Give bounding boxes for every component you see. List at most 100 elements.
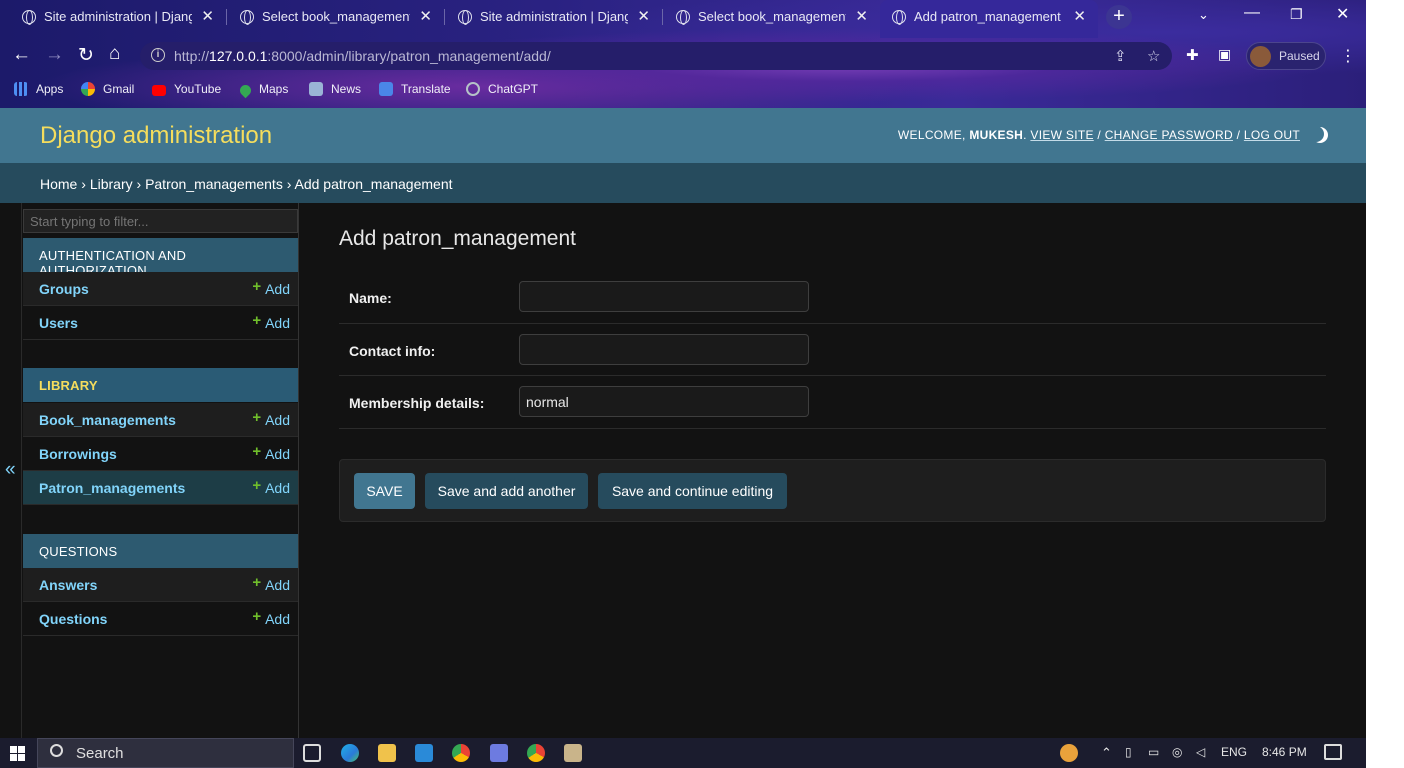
model-link[interactable]: Groups [39,281,89,297]
module-caption-library[interactable]: LIBRARY [23,368,298,402]
paint-icon[interactable] [564,744,582,762]
save-and-add-another-button[interactable]: Save and add another [425,473,588,509]
close-tab-icon[interactable]: ✕ [855,7,868,25]
more-menu-icon[interactable]: ⋮ [1340,46,1356,66]
model-link[interactable]: Users [39,315,78,331]
close-tab-icon[interactable]: ✕ [637,7,650,25]
network-icon[interactable]: ◎ [1172,745,1182,759]
sidebar-toggle[interactable]: « [0,203,22,738]
clock[interactable]: 8:46 PM [1262,745,1307,759]
vscode-icon[interactable] [415,744,433,762]
close-window-icon[interactable]: ✕ [1336,4,1349,24]
nav-filter-input[interactable] [23,209,298,233]
minimize-icon[interactable]: — [1244,4,1260,22]
model-link[interactable]: Questions [39,611,107,627]
add-link[interactable]: + Add [252,278,290,298]
bookmark-translate[interactable]: Translate [379,82,451,96]
restore-icon[interactable]: ❐ [1290,6,1303,23]
bookmark-gmail[interactable]: Gmail [81,82,134,96]
sidebar-item-groups[interactable]: Groups + Add [23,272,298,306]
tab-search-icon[interactable]: ⌄ [1198,7,1209,23]
windows-start-icon[interactable] [10,746,25,761]
site-branding[interactable]: Django administration [40,122,272,150]
notifications-icon[interactable] [1324,744,1342,760]
url-text: http://127.0.0.1:8000/admin/library/patr… [174,48,551,64]
add-link[interactable]: + Add [252,312,290,332]
address-bar[interactable]: i http://127.0.0.1:8000/admin/library/pa… [140,42,1172,70]
bookmark-apps[interactable]: Apps [14,82,63,96]
browser-tab-active[interactable]: Add patron_management | D ✕ [880,0,1098,38]
module-caption-auth[interactable]: AUTHENTICATION AND AUTHORIZATION [23,238,298,278]
sidebar-item-users[interactable]: Users + Add [23,306,298,340]
extensions-icon[interactable]: ✚ [1186,46,1199,64]
app-icon[interactable] [490,744,508,762]
model-link[interactable]: Borrowings [39,446,117,462]
model-link[interactable]: Patron_managements [39,480,185,496]
model-link[interactable]: Answers [39,577,97,593]
chrome-active-icon[interactable] [527,744,545,762]
task-view-icon[interactable] [303,744,321,762]
edge-icon[interactable] [341,744,359,762]
bookmark-label: YouTube [174,82,222,96]
profile-button[interactable]: Paused [1246,42,1326,70]
taskbar-search-box[interactable]: Search [37,738,294,768]
bookmark-star-icon[interactable]: ☆ [1147,47,1160,65]
close-tab-icon[interactable]: ✕ [201,7,214,25]
tray-chevron-icon[interactable]: ⌃ [1101,745,1112,761]
site-info-icon[interactable]: i [151,48,165,62]
plus-icon: + [252,477,262,494]
membership-details-input[interactable] [519,386,809,417]
new-tab-button[interactable]: + [1106,5,1132,29]
name-input[interactable] [519,281,809,312]
module-caption-questions[interactable]: QUESTIONS [23,534,298,568]
add-link[interactable]: + Add [252,477,290,497]
add-link[interactable]: + Add [252,409,290,429]
sidebar-item-borrowings[interactable]: Borrowings + Add [23,437,298,471]
bookmark-youtube[interactable]: YouTube [152,82,221,96]
language-indicator[interactable]: ENG [1221,745,1247,759]
file-explorer-icon[interactable] [378,744,396,762]
sidebar-item-answers[interactable]: Answers + Add [23,568,298,602]
browser-tab[interactable]: Select book_management to ✕ [218,0,444,34]
share-icon[interactable]: ⇪ [1114,47,1127,65]
volume-icon[interactable]: ◁ [1196,745,1205,759]
save-and-continue-button[interactable]: Save and continue editing [598,473,787,509]
add-link[interactable]: + Add [252,443,290,463]
log-out-link[interactable]: LOG OUT [1244,128,1300,142]
breadcrumb-home[interactable]: Home [40,176,77,192]
usb-icon[interactable]: ▯ [1125,745,1132,759]
bookmark-chatgpt[interactable]: ChatGPT [466,82,538,96]
add-link[interactable]: + Add [252,608,290,628]
page-title: Add patron_management [339,227,576,250]
theme-toggle-moon-icon[interactable] [1312,127,1328,143]
close-tab-icon[interactable]: ✕ [1073,7,1086,25]
browser-tab[interactable]: Select book_management to ✕ [654,0,880,34]
forward-icon[interactable]: → [45,44,64,66]
home-icon[interactable]: ⌂ [109,43,120,65]
save-button[interactable]: SAVE [354,473,415,509]
search-icon [50,744,63,757]
bookmark-news[interactable]: News [309,82,361,96]
breadcrumb-patron-managements[interactable]: Patron_managements [145,176,283,192]
bookmark-maps[interactable]: Maps [237,82,288,99]
form-row-name: Name: [339,271,1326,324]
reload-icon[interactable]: ↻ [78,44,94,67]
side-panel-icon[interactable]: ▣ [1218,46,1231,63]
sidebar-item-patron-managements[interactable]: Patron_managements + Add [23,471,298,505]
contact-info-input[interactable] [519,334,809,365]
weather-icon[interactable] [1060,744,1078,762]
change-password-link[interactable]: CHANGE PASSWORD [1105,128,1233,142]
browser-tab[interactable]: Site administration | Django ✕ [0,0,226,34]
collapse-sidebar-icon[interactable]: « [5,459,16,481]
add-link[interactable]: + Add [252,574,290,594]
battery-icon[interactable]: ▭ [1148,745,1159,759]
sidebar-item-questions[interactable]: Questions + Add [23,602,298,636]
browser-tab[interactable]: Site administration | Django ✕ [436,0,662,34]
model-link[interactable]: Book_managements [39,412,176,428]
breadcrumb-library[interactable]: Library [90,176,133,192]
view-site-link[interactable]: VIEW SITE [1030,128,1093,142]
chrome-icon[interactable] [452,744,470,762]
sidebar-item-book-managements[interactable]: Book_managements + Add [23,403,298,437]
back-icon[interactable]: ← [12,44,31,66]
close-tab-icon[interactable]: ✕ [419,7,432,25]
